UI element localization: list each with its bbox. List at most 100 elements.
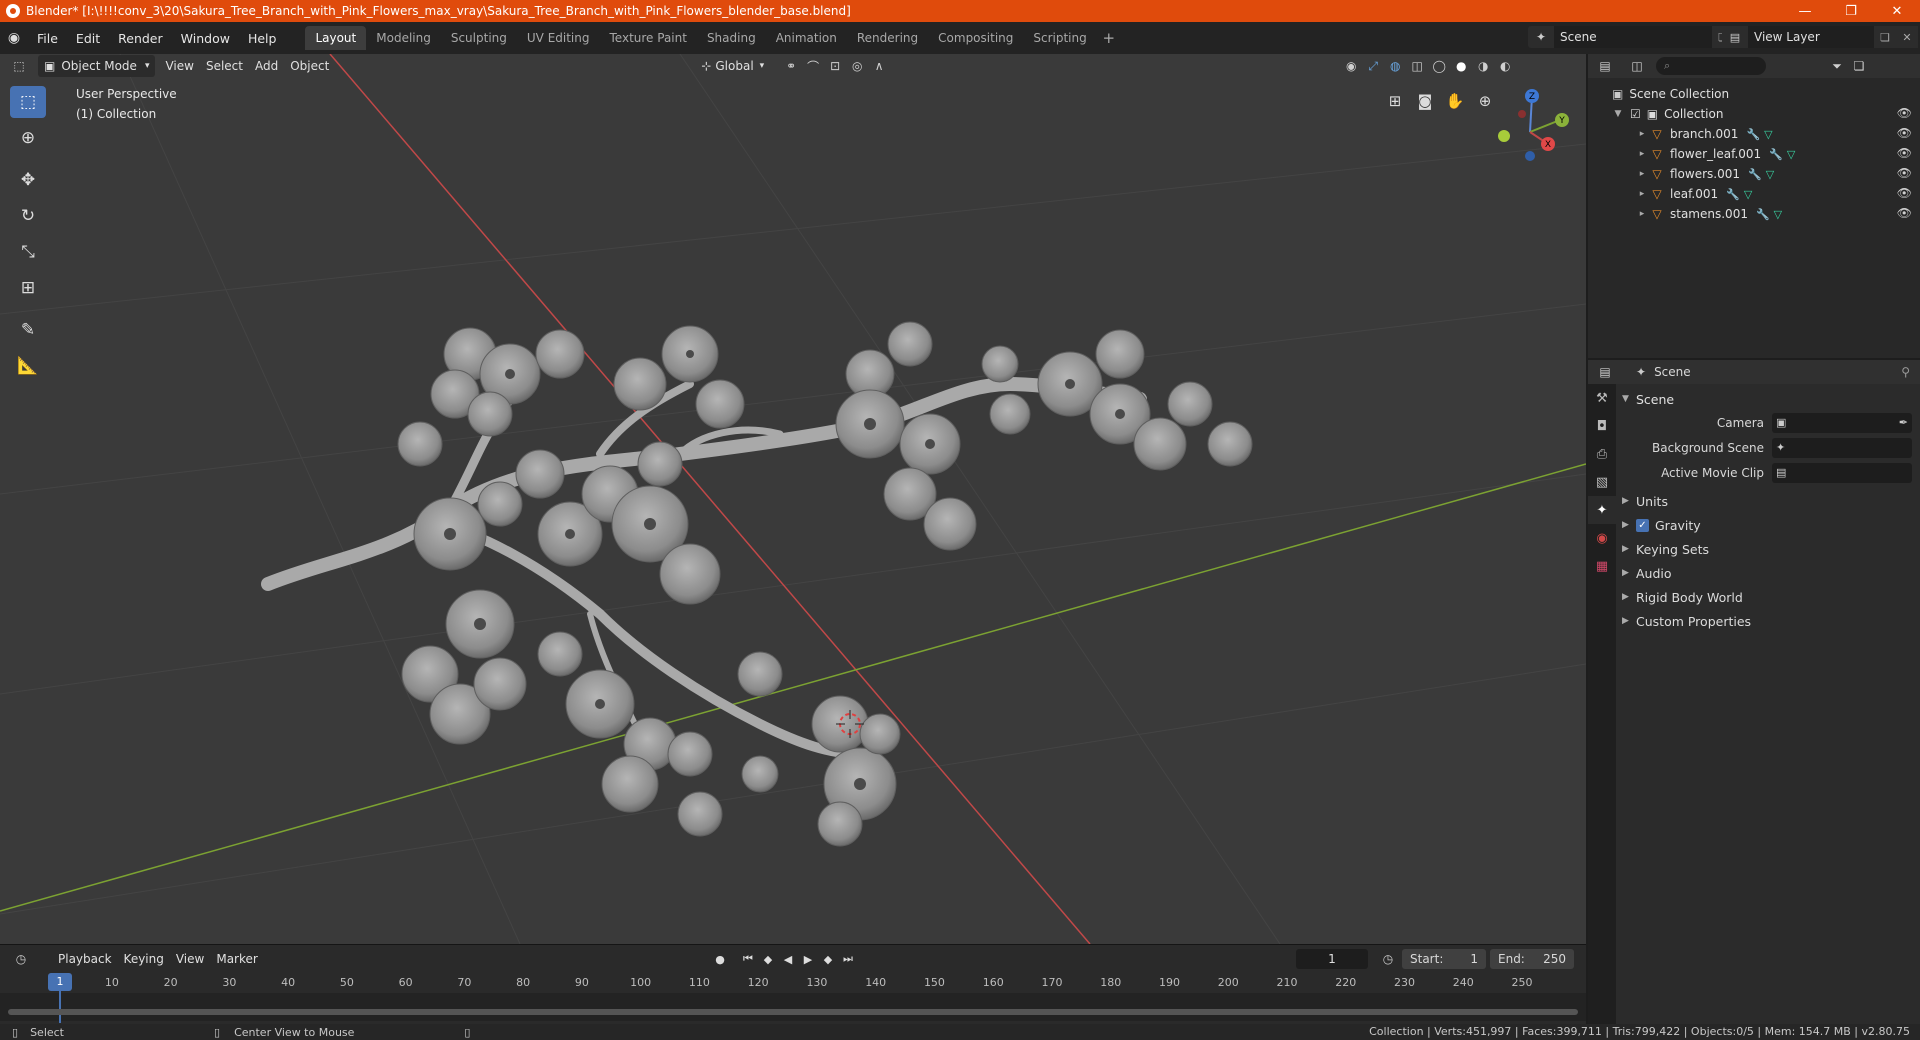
timeline-editor-icon[interactable]: ◷ [10,948,32,970]
display-mode-icon[interactable]: ◫ [1626,55,1648,77]
background-scene-field[interactable]: ✦ [1772,437,1912,458]
render-properties-icon[interactable]: ◘ [1588,412,1616,440]
jump-start-icon[interactable]: ⏮ [738,949,758,969]
texture-properties-icon[interactable]: ▦ [1588,552,1616,580]
jump-end-icon[interactable]: ⏭ [838,949,858,969]
timeline-track[interactable] [0,993,1586,1021]
gravity-panel[interactable]: ▶ ✓ Gravity [1622,513,1914,537]
add-workspace-icon[interactable]: + [1097,29,1121,47]
menu-keying[interactable]: Keying [118,948,170,970]
orientation-dropdown[interactable]: ⊹ Global ▾ [695,55,770,77]
falloff-icon[interactable]: ∧ [868,55,890,77]
world-properties-icon[interactable]: ◉ [1588,524,1616,552]
snap-target-icon[interactable]: ⊡ [824,55,846,77]
menu-marker[interactable]: Marker [210,948,263,970]
keying-sets-panel[interactable]: ▶ Keying Sets [1622,537,1914,561]
tab-modeling[interactable]: Modeling [366,26,441,50]
outliner-object-row[interactable]: ▸ ▽ flowers.001 🔧 ▽ 👁 [1588,164,1920,184]
expand-icon[interactable]: ▸ [1636,149,1648,159]
expand-icon[interactable]: ▸ [1636,209,1648,219]
outliner-object-row[interactable]: ▸ ▽ stamens.001 🔧 ▽ 👁 [1588,204,1920,224]
modifier-wrench-icon[interactable]: 🔧 [1746,128,1760,141]
camera-field[interactable]: ▣ ✒ [1772,412,1912,433]
start-frame-field[interactable]: Start: 1 [1402,949,1486,969]
view-layer-selector[interactable]: ▤ View Layer ❏ ✕ [1722,26,1918,48]
modifier-wrench-icon[interactable]: 🔧 [1756,208,1770,221]
3d-viewport[interactable]: ⬚ ▣ Object Mode ▾ View Select Add Object… [0,54,1586,944]
collapse-icon[interactable]: ▼ [1612,109,1624,119]
wireframe-shading-icon[interactable]: ◯ [1428,55,1450,77]
audio-panel[interactable]: ▶ Audio [1622,561,1914,585]
record-icon[interactable]: ● [710,949,730,969]
scene-canvas[interactable] [0,54,1586,944]
view-layer-icon[interactable]: ▤ [1722,26,1748,48]
select-box-icon[interactable]: ⬚ [10,86,46,118]
mesh-data-icon[interactable]: ▽ [1787,148,1795,161]
menu-timeline-view[interactable]: View [170,948,210,970]
pan-hand-icon[interactable]: ✋ [1440,86,1470,116]
navigation-gizmo[interactable]: Z Y X [1490,84,1570,164]
rendered-shading-icon[interactable]: ◐ [1494,55,1516,77]
timeline-scrollbar[interactable] [8,1009,1578,1015]
material-shading-icon[interactable]: ◑ [1472,55,1494,77]
end-frame-field[interactable]: End: 250 [1490,949,1574,969]
filter-icon[interactable]: ⏷ [1826,55,1848,77]
measure-icon[interactable]: 📐 [10,350,46,382]
snap-icon[interactable]: ⌒ [802,55,824,77]
output-properties-icon[interactable]: ⎙ [1588,440,1616,468]
annotate-icon[interactable]: ✎ [10,314,46,346]
tab-animation[interactable]: Animation [766,26,847,50]
custom-properties-panel[interactable]: ▶ Custom Properties [1622,609,1914,633]
scene-collection-row[interactable]: ▣ Scene Collection [1588,84,1920,104]
collection-row[interactable]: ▼ ☑ ▣ Collection 👁 [1588,104,1920,124]
properties-editor-icon[interactable]: ▤ [1594,361,1616,383]
mesh-data-icon[interactable]: ▽ [1744,188,1752,201]
frame-ruler[interactable]: 1102030405060708090100110120130140150160… [0,973,1586,993]
tab-scripting[interactable]: Scripting [1023,26,1096,50]
close-button[interactable]: ✕ [1874,0,1920,22]
move-icon[interactable]: ✥ [10,164,46,196]
pin-icon[interactable]: ⚲ [1901,365,1910,379]
new-view-layer-icon[interactable]: ❏ [1874,26,1896,48]
scene-icon[interactable]: ✦ [1528,26,1554,48]
tab-sculpting[interactable]: Sculpting [441,26,517,50]
maximize-button[interactable]: ❐ [1828,0,1874,22]
eye-icon[interactable]: 👁 [1897,166,1912,180]
play-reverse-icon[interactable]: ◀ [778,949,798,969]
delete-view-layer-icon[interactable]: ✕ [1896,26,1918,48]
menu-help[interactable]: Help [239,22,286,54]
eye-icon[interactable]: 👁 [1897,146,1912,160]
prev-keyframe-icon[interactable]: ◆ [758,949,778,969]
xray-icon[interactable]: ◫ [1406,55,1428,77]
eye-icon[interactable]: 👁 [1897,186,1912,200]
view-layer-name[interactable]: View Layer [1748,26,1874,48]
current-frame-field[interactable]: 1 [1296,949,1368,969]
outliner-object-row[interactable]: ▸ ▽ leaf.001 🔧 ▽ 👁 [1588,184,1920,204]
rotate-icon[interactable]: ↻ [10,200,46,232]
expand-icon[interactable]: ▸ [1636,129,1648,139]
menu-add[interactable]: Add [249,55,284,77]
eye-icon[interactable]: 👁 [1897,106,1912,120]
modifier-wrench-icon[interactable]: 🔧 [1748,168,1762,181]
mesh-data-icon[interactable]: ▽ [1764,128,1772,141]
outliner-editor-icon[interactable]: ▤ [1594,55,1616,77]
gizmo-toggle-icon[interactable]: ⤢ [1362,55,1384,77]
playhead[interactable]: 1 [48,973,72,991]
menu-file[interactable]: File [28,22,67,54]
menu-playback[interactable]: Playback [52,948,118,970]
mode-dropdown[interactable]: ▣ Object Mode ▾ [38,55,156,77]
expand-icon[interactable]: ▸ [1636,169,1648,179]
tab-uv-editing[interactable]: UV Editing [517,26,600,50]
editor-type-icon[interactable]: ⬚ [8,55,30,77]
outliner-search-input[interactable]: ⌕ [1656,57,1766,75]
grid-icon[interactable]: ⊞ [1380,86,1410,116]
eye-icon[interactable]: 👁 [1897,206,1912,220]
modifier-wrench-icon[interactable]: 🔧 [1769,148,1783,161]
scene-panel-header[interactable]: ▼ Scene [1622,388,1914,410]
transform-icon[interactable]: ⊞ [10,272,46,304]
blender-menu-icon[interactable]: ◉ [0,22,28,54]
units-panel[interactable]: ▶ Units [1622,489,1914,513]
movie-clip-field[interactable]: ▤ [1772,462,1912,483]
scene-properties-icon[interactable]: ✦ [1588,496,1616,524]
outliner-object-row[interactable]: ▸ ▽ branch.001 🔧 ▽ 👁 [1588,124,1920,144]
